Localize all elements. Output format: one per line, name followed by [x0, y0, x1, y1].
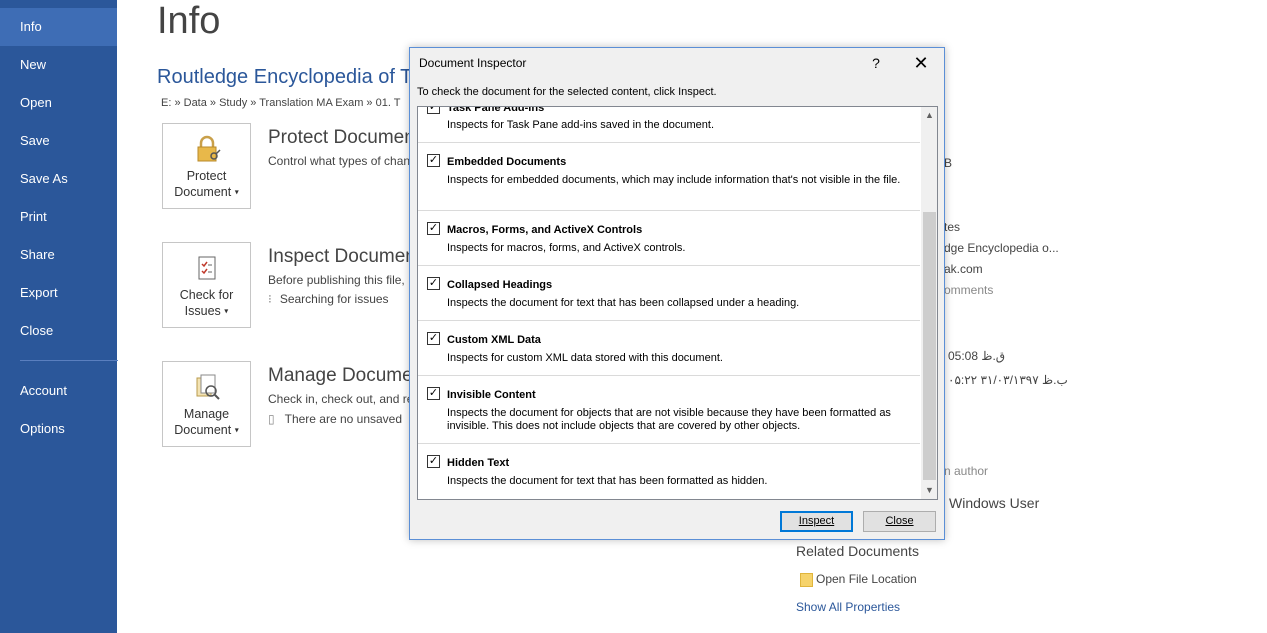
dialog-title: Document Inspector — [419, 56, 527, 70]
item-desc: Inspects for embedded documents, which m… — [447, 174, 901, 186]
add-author[interactable]: n author — [944, 464, 988, 478]
item-desc: Inspects the document for text that has … — [447, 297, 800, 309]
inspect-title: Inspect Documen — [268, 246, 416, 267]
manage-label-2: Document ▾ — [174, 423, 239, 437]
item-title: Collapsed Headings — [447, 279, 553, 291]
check-for-issues-button[interactable]: Check for Issues ▾ — [162, 242, 251, 328]
breadcrumb[interactable]: E: » Data » Study » Translation MA Exam … — [161, 97, 400, 109]
scrollbar-thumb[interactable] — [923, 212, 936, 480]
inspection-list: ✓ Task Pane Add-ins Inspects for Task Pa… — [417, 106, 938, 500]
list-item: ✓ Invisible Content Inspects the documen… — [418, 376, 920, 444]
title-value[interactable]: dge Encyclopedia o... — [944, 241, 1059, 255]
nav-share[interactable]: Share — [0, 236, 117, 274]
manage-document-button[interactable]: Manage Document ▾ — [162, 361, 251, 447]
protect-document-button[interactable]: Protect Document ▾ — [162, 123, 251, 209]
item-title: Task Pane Add-ins — [447, 106, 545, 114]
list-item: ✓ Hidden Text Inspects the document for … — [418, 444, 920, 499]
comments-value[interactable]: omments — [944, 283, 993, 297]
nav-account[interactable]: Account — [0, 372, 117, 410]
protect-label: Protect — [186, 169, 227, 183]
checkbox-invisible-content[interactable]: ✓ — [427, 387, 440, 400]
checkbox-custom-xml[interactable]: ✓ — [427, 332, 440, 345]
manage-title: Manage Docume — [268, 365, 413, 386]
related-documents-heading: Related Documents — [796, 543, 919, 559]
document-inspector-dialog: Document Inspector ? ✕ To check the docu… — [409, 47, 945, 540]
scroll-down-icon[interactable]: ▼ — [921, 482, 937, 499]
document-icon: ▯ — [268, 412, 275, 426]
item-desc: Inspects the document for text that has … — [447, 475, 768, 487]
item-desc: Inspects the document for objects that a… — [447, 407, 891, 432]
item-title: Embedded Documents — [447, 156, 567, 168]
company-value[interactable]: ak.com — [944, 262, 983, 276]
nav-export[interactable]: Export — [0, 274, 117, 312]
item-title: Macros, Forms, and ActiveX Controls — [447, 224, 643, 236]
checkbox-embedded-documents[interactable]: ✓ — [427, 154, 440, 167]
nav-print[interactable]: Print — [0, 198, 117, 236]
list-item: ✓ Embedded Documents Inspects for embedd… — [418, 143, 920, 211]
item-title: Hidden Text — [447, 457, 510, 469]
lock-key-icon — [197, 135, 221, 162]
checkbox-macros[interactable]: ✓ — [427, 222, 440, 235]
nav-open[interactable]: Open — [0, 84, 117, 122]
help-button[interactable]: ? — [866, 52, 886, 74]
inspect-status: ⁝ Searching for issues — [268, 292, 389, 306]
list-item: ✓ Collapsed Headings Inspects the docume… — [418, 266, 920, 321]
manage-status: ▯ There are no unsaved — [268, 412, 403, 426]
item-title: Custom XML Data — [447, 334, 541, 346]
nav-separator — [20, 360, 118, 361]
item-desc: Inspects for Task Pane add-ins saved in … — [447, 119, 715, 131]
dialog-instruction: To check the document for the selected c… — [417, 86, 717, 98]
date-created: ۰۵:۲۲ ب.ظ ۳۱/۰۳/۱۳۹۷ — [948, 373, 1068, 387]
backstage-sidebar: Info New Open Save Save As Print Share E… — [0, 0, 118, 633]
open-file-location-link[interactable]: Open File Location — [800, 572, 917, 587]
inspect-desc: Before publishing this file, — [268, 273, 405, 287]
list-item: ✓ Macros, Forms, and ActiveX Controls In… — [418, 211, 920, 266]
list-item: ✓ Task Pane Add-ins Inspects for Task Pa… — [418, 106, 920, 143]
scroll-up-icon[interactable]: ▲ — [921, 107, 937, 124]
manage-desc: Check in, check out, and re — [268, 392, 414, 406]
page-title: Info — [157, 0, 221, 42]
protect-title: Protect Documen — [268, 127, 415, 148]
manage-label: Manage — [183, 407, 230, 421]
list-item: ✓ Custom XML Data Inspects for custom XM… — [418, 321, 920, 376]
checklist-icon — [198, 256, 215, 280]
date-modified: ق.ظ 05:08 — [948, 349, 1006, 363]
vertical-scrollbar[interactable]: ▲ ▼ — [921, 107, 937, 499]
nav-options[interactable]: Options — [0, 410, 117, 448]
checkbox-task-pane-add-ins[interactable]: ✓ — [427, 107, 440, 114]
checkbox-collapsed-headings[interactable]: ✓ — [427, 277, 440, 290]
inspect-button[interactable]: Inspect — [780, 511, 853, 532]
item-desc: Inspects for custom XML data stored with… — [447, 352, 723, 364]
check-issues-label: Check for — [179, 288, 234, 302]
spinner-icon: ⁝ — [268, 292, 272, 306]
nav-save-as[interactable]: Save As — [0, 160, 117, 198]
template-value: tes — [944, 220, 961, 234]
close-button[interactable]: Close — [863, 511, 936, 532]
last-modified-by: Windows User — [949, 495, 1040, 511]
document-title: Routledge Encyclopedia of T — [157, 66, 413, 88]
item-desc: Inspects for macros, forms, and ActiveX … — [447, 242, 686, 254]
nav-save[interactable]: Save — [0, 122, 117, 160]
protect-label-2: Document ▾ — [174, 185, 239, 199]
checkbox-hidden-text[interactable]: ✓ — [427, 455, 440, 468]
size-value: B — [944, 156, 953, 170]
show-all-properties-link[interactable]: Show All Properties — [796, 600, 900, 614]
close-icon[interactable]: ✕ — [910, 52, 932, 74]
nav-new[interactable]: New — [0, 46, 117, 84]
folder-icon — [800, 572, 813, 587]
nav-info[interactable]: Info — [0, 8, 117, 46]
protect-desc: Control what types of chan — [268, 154, 411, 168]
manage-document-icon — [196, 374, 220, 400]
item-title: Invisible Content — [447, 389, 536, 401]
nav-close[interactable]: Close — [0, 312, 117, 350]
check-issues-label-2: Issues ▾ — [184, 304, 229, 318]
